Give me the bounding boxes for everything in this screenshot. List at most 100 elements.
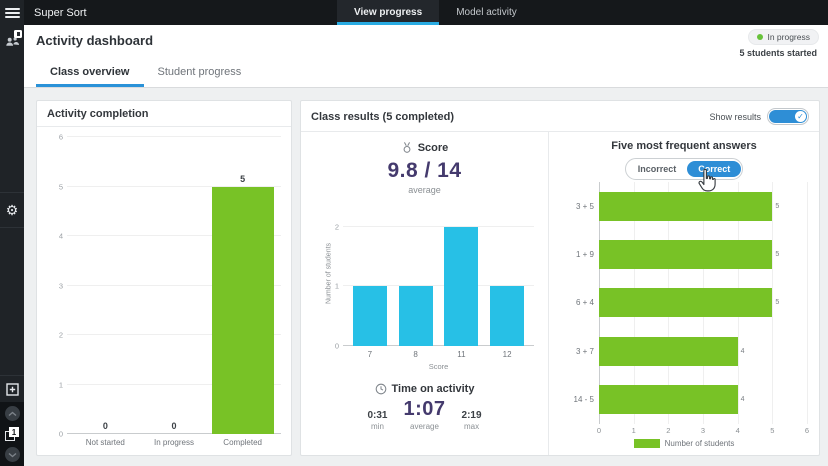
tab-view-progress[interactable]: View progress bbox=[337, 0, 440, 25]
time-label: Time on activity bbox=[391, 383, 475, 395]
time-min-value: 0:31 bbox=[367, 410, 388, 421]
bar bbox=[599, 240, 773, 270]
show-results-toggle[interactable]: ✓ bbox=[767, 108, 809, 125]
y-tick-label: 3 bbox=[58, 281, 63, 290]
x-tick-label: 6 bbox=[804, 426, 810, 435]
category-label: 3 + 7 bbox=[575, 346, 594, 356]
x-category-label: In progress bbox=[153, 438, 194, 447]
x-tick-label: 3 bbox=[700, 426, 706, 435]
bar-group: 5 bbox=[599, 288, 807, 318]
status-label: In progress bbox=[767, 32, 810, 42]
y-tick-label: 6 bbox=[58, 132, 63, 142]
clock-icon bbox=[375, 383, 386, 395]
plus-square-icon bbox=[5, 383, 19, 396]
medal-icon bbox=[403, 142, 411, 153]
scroll-up-icon[interactable] bbox=[4, 406, 20, 421]
incorrect-button[interactable]: Incorrect bbox=[627, 161, 688, 177]
bar bbox=[599, 336, 738, 366]
tab-class-overview[interactable]: Class overview bbox=[36, 58, 144, 87]
answer-filter: Incorrect Correct bbox=[561, 158, 807, 192]
class-results-card: Class results (5 completed) Show results… bbox=[300, 100, 820, 456]
bar bbox=[599, 191, 773, 221]
y-tick-label: 5 bbox=[58, 182, 63, 191]
add-icon[interactable] bbox=[0, 375, 24, 396]
y-tick-label: 0 bbox=[58, 429, 63, 439]
chart-plot: 012 bbox=[335, 203, 534, 351]
time-average-value: 1:07 bbox=[403, 398, 446, 420]
x-category-label: Completed bbox=[223, 438, 262, 447]
score-section: Score 9.8 / 14 average 0 1 2 7 8 11 12 Score Num… bbox=[301, 132, 549, 455]
bar bbox=[211, 186, 274, 434]
category-label: 14 - 5 bbox=[573, 395, 594, 405]
bar-group bbox=[352, 203, 387, 346]
bars: 0 0 5 bbox=[67, 137, 281, 434]
bar-group bbox=[444, 203, 479, 346]
page-number: 1 bbox=[9, 427, 19, 437]
category-label: 1 + 9 bbox=[575, 250, 594, 260]
page-header: Activity dashboard In progress 5 student… bbox=[24, 25, 828, 88]
bar bbox=[352, 286, 387, 346]
activity-completion-chart: 0 1 2 3 4 5 6 0 0 5 Not started In progress Complete… bbox=[47, 133, 281, 447]
x-category-label: 12 bbox=[502, 350, 512, 359]
hamburger-menu-icon[interactable] bbox=[0, 0, 24, 25]
bar-group: 0 bbox=[143, 137, 205, 434]
status-dot-icon bbox=[757, 34, 764, 40]
tab-student-progress[interactable]: Student progress bbox=[144, 58, 256, 87]
category-label: 3 + 5 bbox=[575, 201, 594, 211]
x-category-label: 8 bbox=[413, 350, 418, 359]
score-average-caption: average bbox=[408, 185, 441, 195]
y-tick-label: 4 bbox=[58, 231, 63, 241]
class-results-title: Class results (5 completed) bbox=[311, 110, 455, 123]
page-tabs: Class overview Student progress bbox=[36, 58, 255, 87]
time-max-value: 2:19 bbox=[461, 410, 482, 421]
time-max: 2:19 max bbox=[462, 410, 482, 431]
activity-completion-card: Activity completion 0 1 2 3 4 5 6 0 0 5 Not starte… bbox=[36, 100, 292, 456]
students-icon[interactable] bbox=[0, 29, 24, 53]
x-tick-label: 4 bbox=[735, 426, 740, 435]
page-indicator[interactable]: 1 bbox=[5, 427, 19, 441]
scroll-down-icon[interactable] bbox=[4, 447, 20, 462]
bar-value-label: 5 bbox=[775, 202, 780, 210]
bar-value-label: 5 bbox=[240, 173, 246, 184]
x-category-label: Not started bbox=[85, 438, 125, 447]
y-tick-label: 2 bbox=[334, 222, 339, 232]
time-min: 0:31 min bbox=[367, 410, 387, 431]
score-heading: Score bbox=[313, 141, 536, 154]
status-badge: In progress bbox=[748, 29, 819, 45]
bar bbox=[444, 226, 479, 346]
topbar: Super Sort View progress Model activity bbox=[24, 0, 828, 25]
x-tick-label: 2 bbox=[666, 426, 671, 435]
answer-filter-group: Incorrect Correct bbox=[624, 158, 744, 180]
check-icon: ✓ bbox=[795, 111, 806, 122]
time-heading: Time on activity bbox=[313, 383, 536, 395]
bar-group: 5 bbox=[211, 137, 274, 434]
class-results-body: Score 9.8 / 14 average 0 1 2 7 8 11 12 Score Num… bbox=[301, 132, 819, 455]
time-average: 1:07 average bbox=[403, 398, 445, 431]
bars bbox=[343, 203, 534, 346]
legend-label: Number of students bbox=[664, 439, 735, 448]
tab-model-activity[interactable]: Model activity bbox=[439, 0, 534, 25]
gear-icon[interactable]: ⚙ bbox=[0, 192, 24, 228]
chart-legend: Number of students bbox=[561, 437, 807, 451]
bar-value-label: 4 bbox=[740, 347, 745, 355]
y-axis-title: Number of students bbox=[325, 243, 333, 305]
frequent-answers-section: Five most frequent answers Incorrect Cor… bbox=[549, 132, 819, 455]
frequent-answers-chart: 3 + 5 1 + 9 6 + 4 3 + 7 14 - 5 5 5 5 4 4 0 1 2 3 4 5 6 bbox=[561, 182, 810, 437]
bar-group: 4 bbox=[599, 336, 807, 366]
bar-group bbox=[398, 203, 433, 346]
chart-plot: 0 1 2 3 4 5 6 0 0 5 bbox=[59, 133, 281, 439]
bar-value-label: 0 bbox=[171, 421, 177, 431]
bar-value-label: 0 bbox=[102, 421, 108, 431]
bar-value-label: 5 bbox=[775, 251, 780, 259]
sidebar-pager: 1 bbox=[0, 402, 24, 466]
activity-completion-body: 0 1 2 3 4 5 6 0 0 5 Not started In progress Complete… bbox=[37, 127, 291, 455]
correct-button[interactable]: Correct bbox=[687, 161, 742, 177]
x-category-label: 11 bbox=[457, 350, 466, 359]
bar-group: 0 bbox=[74, 137, 136, 434]
category-label: 6 + 4 bbox=[575, 298, 594, 308]
chart-plot: 5 5 5 4 4 bbox=[599, 182, 808, 424]
students-started-label: 5 students started bbox=[739, 48, 817, 58]
y-tick-label: 0 bbox=[334, 341, 339, 351]
score-distribution-chart: 0 1 2 7 8 11 12 Score Number of students bbox=[323, 203, 534, 371]
